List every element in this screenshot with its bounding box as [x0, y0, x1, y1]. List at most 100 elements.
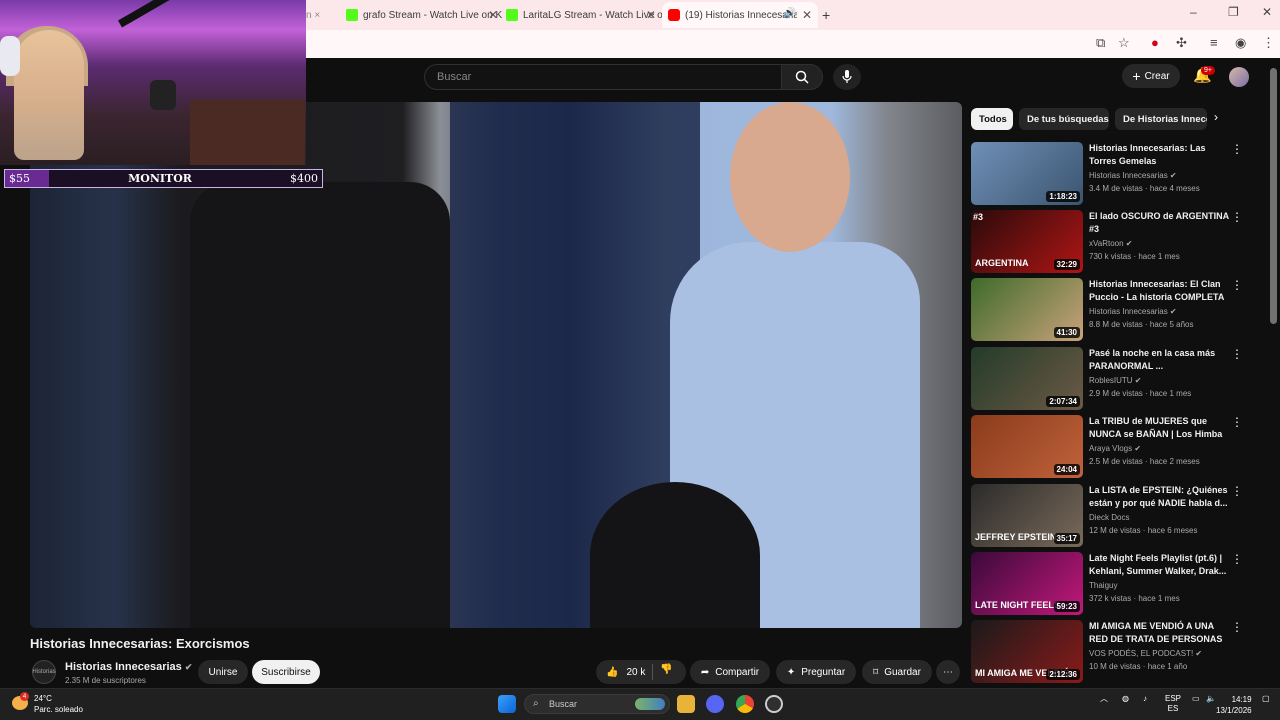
account-avatar[interactable] [1229, 67, 1249, 87]
chrome-icon[interactable] [736, 695, 754, 713]
extensions-icon[interactable]: ✣ [1176, 35, 1187, 51]
file-explorer-icon[interactable] [677, 695, 695, 713]
recommendation-channel[interactable]: Dieck Docs [1089, 513, 1129, 522]
install-app-icon[interactable]: ⧉ [1096, 35, 1105, 51]
browser-menu-icon[interactable]: ⋮ [1262, 35, 1275, 51]
ask-label: Preguntar [801, 666, 846, 678]
create-button[interactable]: + Crear [1122, 64, 1180, 88]
voice-search-button[interactable] [833, 64, 861, 90]
bookmark-star-icon[interactable]: ☆ [1118, 35, 1130, 51]
join-button[interactable]: Unirse [198, 660, 248, 684]
maximize-button[interactable]: ❐ [1228, 5, 1239, 19]
page-scrollbar[interactable] [1270, 68, 1277, 324]
obs-icon[interactable] [765, 695, 783, 713]
dislike-icon[interactable]: 👎 [660, 664, 672, 675]
recommendation-title[interactable]: Historias Innecesarias: El Clan Puccio -… [1089, 278, 1229, 304]
tray-chevron-icon[interactable]: ︿ [1100, 694, 1108, 704]
more-vertical-icon[interactable]: ⋮ [1231, 552, 1243, 566]
opera-extension-icon[interactable]: ● [1151, 35, 1159, 50]
more-vertical-icon[interactable]: ⋮ [1231, 142, 1243, 156]
reading-list-icon[interactable]: ≡ [1210, 35, 1218, 50]
close-window-button[interactable]: ✕ [1262, 5, 1272, 19]
chip-de-tus-busquedas[interactable]: De tus búsquedas [1019, 108, 1109, 130]
recommendation-item[interactable]: 1:18:23 Historias Innecesarias: Las Torre… [971, 142, 1243, 206]
browser-tab-partial[interactable]: n × [306, 4, 340, 26]
more-actions-button[interactable]: ⋯ [936, 660, 960, 684]
webcam-element [190, 100, 305, 165]
channel-name[interactable]: Historias Innecesarias ✔ [65, 661, 192, 673]
search-input[interactable]: Buscar [424, 64, 782, 90]
more-vertical-icon[interactable]: ⋮ [1231, 415, 1243, 429]
subscribe-button[interactable]: Suscribirse [252, 660, 320, 684]
recommendation-channel[interactable]: xVaRtoon ✔ [1089, 239, 1132, 248]
tab-close-icon[interactable]: ✕ [646, 8, 656, 22]
recommendation-item[interactable]: 2:07:34 Pasé la noche en la casa más PARA… [971, 347, 1243, 411]
tab-close-icon[interactable]: ✕ [802, 8, 812, 22]
chip-de-historias[interactable]: De Historias Innece [1115, 108, 1207, 130]
recommendation-channel[interactable]: Thaiguy [1089, 581, 1117, 590]
recommendation-title[interactable]: La TRIBU de MUJERES que NUNCA se BAÑAN |… [1089, 415, 1229, 441]
video-thumbnail[interactable]: 24:04 [971, 415, 1083, 478]
video-duration: 24:04 [1053, 464, 1080, 475]
more-vertical-icon[interactable]: ⋮ [1231, 278, 1243, 292]
video-thumbnail[interactable]: JEFFREY EPSTEIN 35:17 [971, 484, 1083, 547]
recommendation-title[interactable]: Pasé la noche en la casa más PARANORMAL … [1089, 347, 1229, 373]
recommendation-title[interactable]: MI AMIGA ME VENDIÓ A UNA RED DE TRATA DE… [1089, 620, 1229, 647]
more-vertical-icon[interactable]: ⋮ [1231, 620, 1243, 634]
recommendation-item[interactable]: MI AMIGA ME VENDIÓ 2:12:36 MI AMIGA ME VEN… [971, 620, 1243, 684]
more-vertical-icon[interactable]: ⋮ [1231, 210, 1243, 224]
ask-button[interactable]: ✦ Preguntar [776, 660, 856, 684]
recommendation-channel[interactable]: Historias Innecesarias ✔ [1089, 307, 1177, 316]
save-button[interactable]: ⌑ Guardar [862, 660, 932, 684]
chevron-right-icon[interactable]: › [1214, 110, 1218, 124]
browser-tab-kick-1[interactable]: grafo Stream - Watch Live on K ✕ [346, 4, 504, 26]
video-thumbnail[interactable]: 41:30 [971, 278, 1083, 341]
audio-playing-icon[interactable]: 🔊 [784, 8, 796, 19]
goal-current: $55 [9, 172, 30, 185]
recommendation-title[interactable]: Late Night Feels Playlist (pt.6) | Kehla… [1089, 552, 1229, 578]
video-thumbnail[interactable]: MI AMIGA ME VENDIÓ 2:12:36 [971, 620, 1083, 683]
video-thumbnail[interactable]: LATE NIGHT FEELS 59:23 [971, 552, 1083, 615]
language-indicator[interactable]: ESP ES [1165, 694, 1181, 714]
weather-widget[interactable]: 24°C Parc. soleado [34, 693, 83, 715]
recommendation-channel[interactable]: RoblesIUTU ✔ [1089, 376, 1142, 385]
more-vertical-icon[interactable]: ⋮ [1231, 484, 1243, 498]
like-icon[interactable]: 👍 [606, 667, 618, 678]
new-tab-button[interactable]: + [822, 4, 838, 26]
like-count[interactable]: 20 k [626, 667, 645, 678]
windows-start-icon[interactable] [498, 695, 516, 713]
recommendation-channel[interactable]: VOS PODÉS, EL PODCAST! ✔ [1089, 649, 1202, 658]
video-thumbnail[interactable]: 2:07:34 [971, 347, 1083, 410]
search-button[interactable] [781, 64, 823, 90]
recommendation-channel[interactable]: Araya Vlogs ✔ [1089, 444, 1141, 453]
chip-todos[interactable]: Todos [971, 108, 1013, 130]
recommendation-item[interactable]: 24:04 La TRIBU de MUJERES que NUNCA se BA… [971, 415, 1243, 479]
taskbar-clock[interactable]: 14:19 13/1/2026 [1216, 694, 1252, 716]
recommendation-title[interactable]: La LISTA de EPSTEIN: ¿Quiénes están y po… [1089, 484, 1229, 510]
minimize-button[interactable]: – [1190, 5, 1197, 19]
volume-icon[interactable]: 🔈 [1206, 694, 1216, 704]
video-thumbnail[interactable]: #3 ARGENTINA 32:29 [971, 210, 1083, 273]
notification-center-icon[interactable]: ▢ [1262, 694, 1270, 704]
recommendation-title[interactable]: Historias Innecesarias: Las Torres Gemel… [1089, 142, 1229, 168]
share-button[interactable]: ➦ Compartir [690, 660, 770, 684]
recommendation-channel[interactable]: Historias Innecesarias ✔ [1089, 171, 1177, 180]
channel-avatar[interactable]: Historias [32, 660, 56, 684]
discord-icon[interactable] [706, 695, 724, 713]
profile-icon[interactable]: ◉ [1235, 35, 1246, 51]
recommendation-item[interactable]: 41:30 Historias Innecesarias: El Clan Puc… [971, 278, 1243, 342]
tab-close-icon[interactable]: ✕ [488, 8, 498, 22]
taskbar-search[interactable]: ⌕ Buscar [524, 694, 670, 714]
mic-tray-icon[interactable]: ♪ [1143, 694, 1147, 704]
recommendation-meta: 3.4 M de vistas · hace 4 meses [1089, 184, 1200, 193]
browser-tab-kick-2[interactable]: LaritaLG Stream - Watch Live o ✕ [506, 4, 662, 26]
video-thumbnail[interactable]: 1:18:23 [971, 142, 1083, 205]
recommendation-item[interactable]: #3 ARGENTINA 32:29 El lado OSCURO de ARGENT… [971, 210, 1243, 274]
browser-tab-youtube[interactable]: (19) Historias Innecesarias 🔊 ✕ [662, 2, 818, 28]
wifi-icon[interactable]: ▭ [1192, 694, 1200, 704]
more-vertical-icon[interactable]: ⋮ [1231, 347, 1243, 361]
recommendation-title[interactable]: El lado OSCURO de ARGENTINA #3 [1089, 210, 1229, 236]
recommendation-item[interactable]: JEFFREY EPSTEIN 35:17 La LISTA de EPSTEIN:… [971, 484, 1243, 548]
recommendation-item[interactable]: LATE NIGHT FEELS 59:23 Late Night Feels Pl… [971, 552, 1243, 616]
network-tray-icon[interactable]: ◍ [1122, 694, 1129, 704]
